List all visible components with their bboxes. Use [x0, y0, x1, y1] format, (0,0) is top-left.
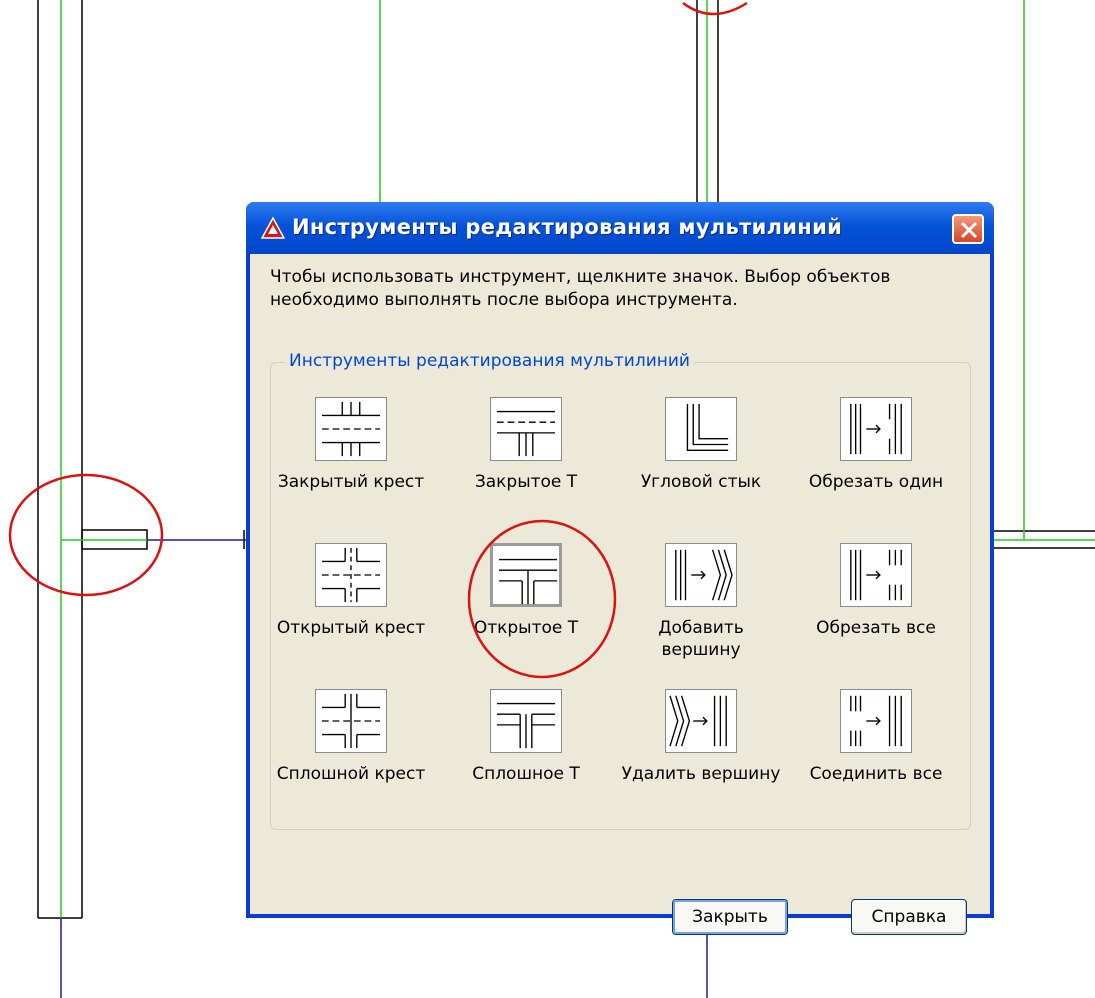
tool-merged-tee[interactable]: Сплошное Т — [446, 689, 606, 829]
close-button[interactable]: Закрыть — [672, 899, 788, 935]
dialog-title: Инструменты редактирования мультилиний — [292, 215, 843, 239]
tool-label: Закрытое Т — [474, 472, 578, 492]
close-window-button[interactable] — [952, 214, 984, 244]
tool-cut-single[interactable]: Обрезать один — [796, 397, 956, 537]
tool-closed-tee[interactable]: Закрытое Т — [446, 397, 606, 537]
tool-label: Закрытый крест — [277, 472, 425, 492]
dialog-client-area: Чтобы использовать инструмент, щелкните … — [250, 254, 990, 935]
tool-weld-all[interactable]: Соединить все — [796, 689, 956, 829]
tools-group-label: Инструменты редактирования мультилиний — [285, 351, 694, 371]
tool-add-vertex[interactable]: Добавить вершину — [621, 543, 781, 683]
help-button[interactable]: Справка — [851, 899, 967, 935]
tool-open-tee[interactable]: Открытое Т — [446, 543, 606, 683]
tool-merged-cross[interactable]: Сплошной крест — [271, 689, 431, 829]
autocad-app-icon — [260, 216, 286, 240]
tool-label: Обрезать все — [816, 618, 936, 638]
corner-joint-icon[interactable] — [665, 397, 737, 461]
add-vertex-icon[interactable] — [665, 543, 737, 607]
tool-label: Удалить вершину — [621, 764, 781, 784]
open-tee-icon[interactable] — [490, 543, 562, 607]
cut-all-icon[interactable] — [840, 543, 912, 607]
tool-label: Добавить вершину — [658, 618, 744, 660]
tool-label: Угловой стык — [640, 472, 762, 492]
tool-label: Сплошное Т — [472, 764, 580, 784]
closed-tee-icon[interactable] — [490, 397, 562, 461]
tool-label: Обрезать один — [808, 472, 944, 492]
tool-label: Открытое Т — [473, 618, 579, 638]
tool-label: Открытый крест — [276, 618, 426, 638]
closed-cross-icon[interactable] — [315, 397, 387, 461]
dialog-description: Чтобы использовать инструмент, щелкните … — [270, 267, 891, 310]
tool-delete-vertex[interactable]: Удалить вершину — [621, 689, 781, 829]
merged-cross-icon[interactable] — [315, 689, 387, 753]
tool-corner-joint[interactable]: Угловой стык — [621, 397, 781, 537]
tool-label: Соединить все — [809, 764, 943, 784]
tool-open-cross[interactable]: Открытый крест — [271, 543, 431, 683]
dialog-titlebar[interactable]: Инструменты редактирования мультилиний — [246, 202, 994, 254]
merged-tee-icon[interactable] — [490, 689, 562, 753]
close-icon — [960, 221, 978, 239]
tools-group: Инструменты редактирования мультилиний З… — [270, 351, 971, 830]
cut-single-icon[interactable] — [840, 397, 912, 461]
tool-label: Сплошной крест — [276, 764, 426, 784]
weld-all-icon[interactable] — [840, 689, 912, 753]
open-cross-icon[interactable] — [315, 543, 387, 607]
multiline-edit-dialog: Инструменты редактирования мультилиний Ч… — [246, 202, 994, 935]
tool-closed-cross[interactable]: Закрытый крест — [271, 397, 431, 537]
delete-vertex-icon[interactable] — [665, 689, 737, 753]
tool-cut-all[interactable]: Обрезать все — [796, 543, 956, 683]
